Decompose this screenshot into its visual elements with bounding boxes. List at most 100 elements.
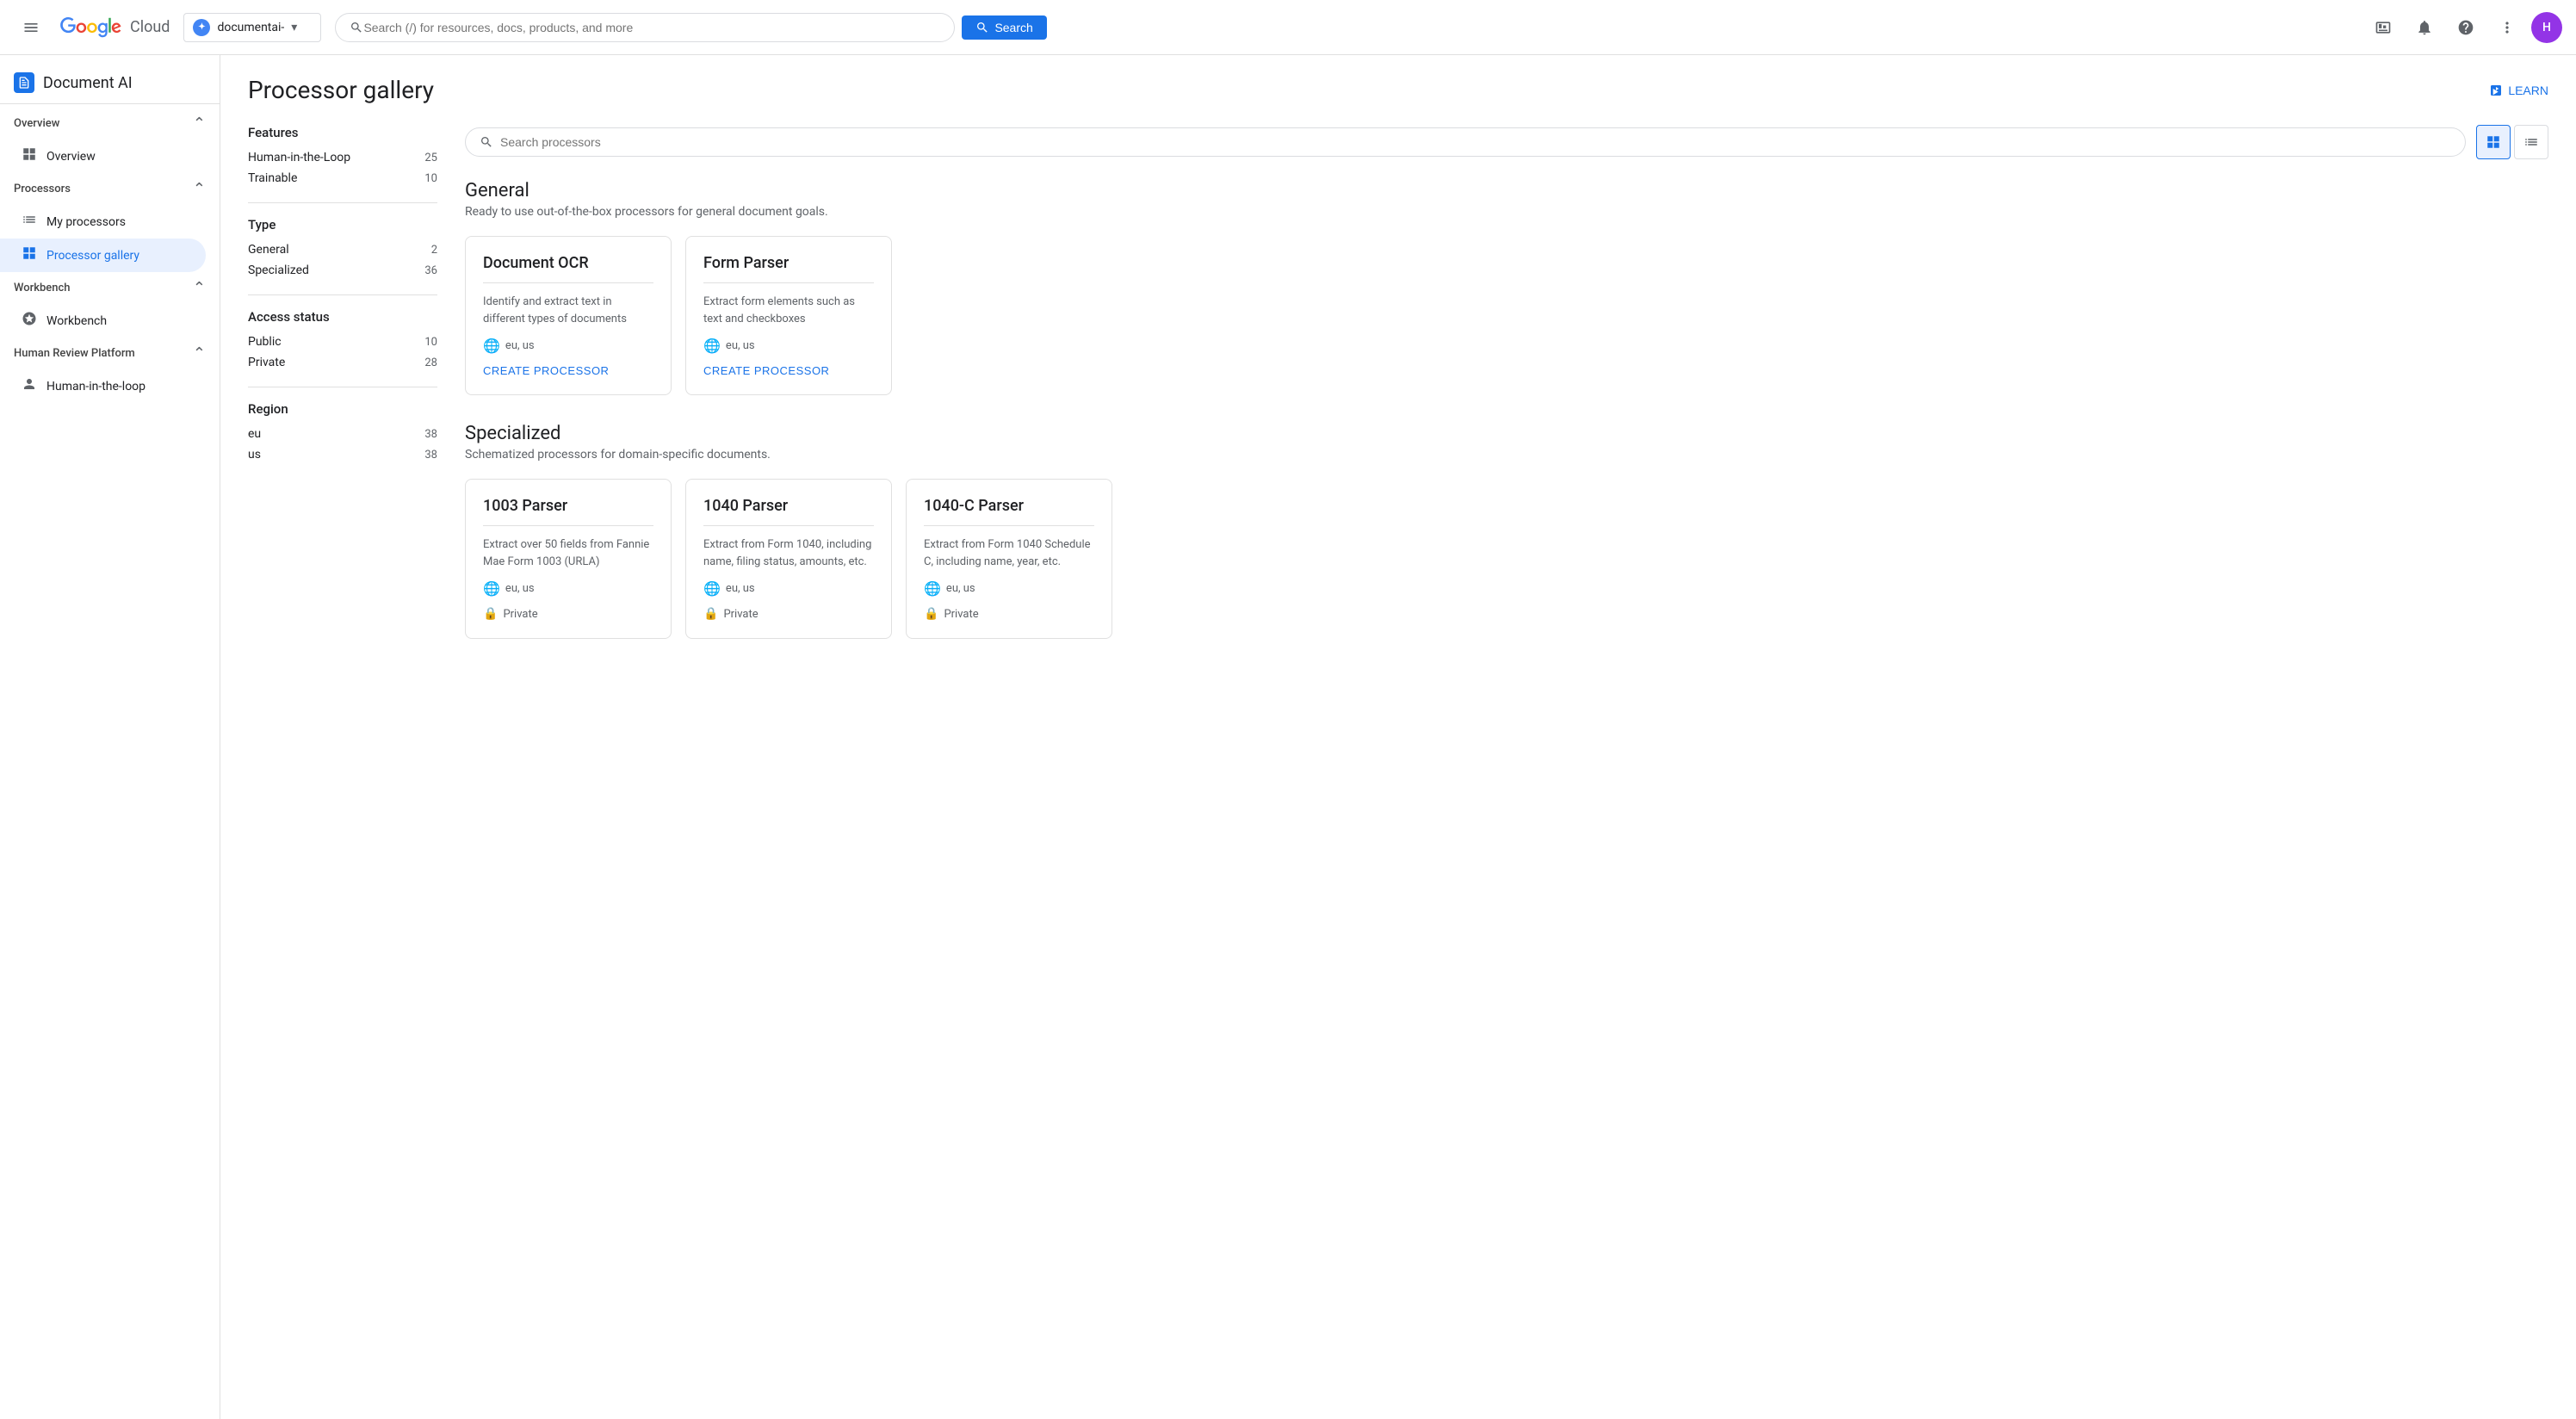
page-header: Processor gallery LEARN bbox=[248, 76, 2548, 104]
workbench-section-header[interactable]: Workbench ⌃ bbox=[0, 272, 220, 304]
workbench-chevron-icon: ⌃ bbox=[193, 279, 206, 297]
lock-icon: 🔒 bbox=[924, 607, 938, 621]
user-avatar[interactable]: H bbox=[2531, 12, 2562, 43]
project-name: documentai- bbox=[217, 21, 284, 34]
filter-specialized[interactable]: Specialized 36 bbox=[248, 260, 437, 281]
1040c-parser-regions: 🌐 eu, us bbox=[924, 580, 1094, 597]
processors-area: General Ready to use out-of-the-box proc… bbox=[465, 125, 2548, 666]
menu-icon[interactable] bbox=[14, 10, 48, 45]
filters-panel: Features Human-in-the-Loop 25 Trainable … bbox=[248, 125, 437, 666]
specialized-section: Specialized Schematized processors for d… bbox=[465, 423, 2548, 639]
workbench-icon bbox=[21, 311, 38, 331]
overview-section-label: Overview bbox=[14, 117, 59, 130]
topbar: Cloud ✦ documentai- ▾ Search H bbox=[0, 0, 2576, 55]
overview-section-header[interactable]: Overview ⌃ bbox=[0, 108, 220, 139]
filter-trainable-count: 10 bbox=[424, 172, 437, 185]
specialized-desc: Schematized processors for domain-specif… bbox=[465, 448, 2548, 462]
cloud-shell-icon[interactable] bbox=[2366, 10, 2400, 45]
general-cards-row: Document OCR Identify and extract text i… bbox=[465, 236, 2548, 395]
form-parser-regions-text: eu, us bbox=[726, 339, 755, 352]
global-search-input[interactable] bbox=[363, 21, 940, 34]
app-layout: Document AI Overview ⌃ Overview Processo… bbox=[0, 55, 2576, 1419]
globe-icon: 🌐 bbox=[924, 580, 941, 597]
filter-human-in-the-loop[interactable]: Human-in-the-Loop 25 bbox=[248, 147, 437, 168]
workbench-section-label: Workbench bbox=[14, 282, 71, 294]
filter-divider-2 bbox=[248, 294, 437, 295]
type-filter: Type General 2 Specialized 36 bbox=[248, 217, 437, 281]
learn-button[interactable]: LEARN bbox=[2489, 84, 2548, 97]
region-filter: Region eu 38 us 38 bbox=[248, 401, 437, 465]
globe-icon: 🌐 bbox=[483, 580, 500, 597]
form-parser-card[interactable]: Form Parser Extract form elements such a… bbox=[685, 236, 892, 395]
sidebar-item-workbench-label: Workbench bbox=[46, 314, 107, 328]
access-filter-title: Access status bbox=[248, 309, 437, 325]
more-options-icon[interactable] bbox=[2490, 10, 2524, 45]
project-chevron-icon: ▾ bbox=[291, 21, 297, 34]
view-toggle bbox=[2476, 125, 2548, 159]
document-ocr-title: Document OCR bbox=[483, 254, 653, 272]
1003-parser-regions: 🌐 eu, us bbox=[483, 580, 653, 597]
filter-general-label: General bbox=[248, 243, 289, 257]
human-in-the-loop-icon bbox=[21, 376, 38, 396]
filter-specialized-label: Specialized bbox=[248, 263, 309, 277]
access-filter: Access status Public 10 Private 28 bbox=[248, 309, 437, 373]
overview-icon bbox=[21, 146, 38, 166]
processors-section-header[interactable]: Processors ⌃ bbox=[0, 173, 220, 205]
filter-us[interactable]: us 38 bbox=[248, 444, 437, 465]
search-btn-label: Search bbox=[994, 21, 1032, 34]
document-ocr-card[interactable]: Document OCR Identify and extract text i… bbox=[465, 236, 672, 395]
1040-parser-regions: 🌐 eu, us bbox=[703, 580, 874, 597]
filter-general[interactable]: General 2 bbox=[248, 239, 437, 260]
sidebar-item-my-processors[interactable]: My processors bbox=[0, 205, 206, 239]
filter-private-count: 28 bbox=[424, 356, 437, 369]
lock-icon: 🔒 bbox=[483, 607, 498, 621]
filter-trainable[interactable]: Trainable 10 bbox=[248, 168, 437, 189]
globe-icon: 🌐 bbox=[703, 338, 721, 354]
1040c-parser-card[interactable]: 1040-C Parser Extract from Form 1040 Sch… bbox=[906, 479, 1112, 639]
features-filter: Features Human-in-the-Loop 25 Trainable … bbox=[248, 125, 437, 189]
notifications-icon[interactable] bbox=[2407, 10, 2442, 45]
1003-parser-card[interactable]: 1003 Parser Extract over 50 fields from … bbox=[465, 479, 672, 639]
app-title: Document AI bbox=[0, 62, 220, 104]
filter-private[interactable]: Private 28 bbox=[248, 352, 437, 373]
main-content: Processor gallery LEARN Features Human-i… bbox=[220, 55, 2576, 1419]
page-title: Processor gallery bbox=[248, 76, 434, 104]
search-bar-row bbox=[465, 125, 2548, 159]
filter-eu[interactable]: eu 38 bbox=[248, 424, 437, 444]
1040c-parser-desc: Extract from Form 1040 Schedule C, inclu… bbox=[924, 536, 1094, 570]
general-section: General Ready to use out-of-the-box proc… bbox=[465, 180, 2548, 395]
sidebar-item-human-in-the-loop[interactable]: Human-in-the-loop bbox=[0, 369, 206, 403]
grid-view-button[interactable] bbox=[2476, 125, 2511, 159]
card-divider bbox=[483, 525, 653, 526]
sidebar-item-overview[interactable]: Overview bbox=[0, 139, 206, 173]
processor-search-bar[interactable] bbox=[465, 127, 2466, 157]
filter-divider-1 bbox=[248, 202, 437, 203]
filter-eu-label: eu bbox=[248, 427, 261, 441]
list-view-button[interactable] bbox=[2514, 125, 2548, 159]
hrp-section-header[interactable]: Human Review Platform ⌃ bbox=[0, 338, 220, 369]
features-filter-title: Features bbox=[248, 125, 437, 140]
filter-eu-count: 38 bbox=[424, 428, 437, 441]
1040-parser-card[interactable]: 1040 Parser Extract from Form 1040, incl… bbox=[685, 479, 892, 639]
1040-parser-regions-text: eu, us bbox=[726, 582, 755, 595]
globe-icon: 🌐 bbox=[703, 580, 721, 597]
form-parser-create-button[interactable]: CREATE PROCESSOR bbox=[703, 364, 874, 377]
filter-us-count: 38 bbox=[424, 449, 437, 462]
global-search-bar[interactable] bbox=[335, 13, 955, 42]
project-icon: ✦ bbox=[193, 19, 210, 36]
processor-search-input[interactable] bbox=[500, 135, 2451, 149]
document-ocr-create-button[interactable]: CREATE PROCESSOR bbox=[483, 364, 653, 377]
global-search-button[interactable]: Search bbox=[962, 15, 1046, 40]
filter-public[interactable]: Public 10 bbox=[248, 332, 437, 352]
1003-parser-regions-text: eu, us bbox=[505, 582, 535, 595]
project-selector[interactable]: ✦ documentai- ▾ bbox=[183, 13, 321, 42]
help-icon[interactable] bbox=[2449, 10, 2483, 45]
content-area: Features Human-in-the-Loop 25 Trainable … bbox=[248, 125, 2548, 666]
topbar-right-icons: H bbox=[2366, 10, 2562, 45]
filter-private-label: Private bbox=[248, 356, 285, 369]
app-title-text: Document AI bbox=[43, 74, 133, 92]
my-processors-icon bbox=[21, 212, 38, 232]
sidebar-item-workbench[interactable]: Workbench bbox=[0, 304, 206, 338]
sidebar-item-processor-gallery[interactable]: Processor gallery bbox=[0, 239, 206, 272]
1003-parser-desc: Extract over 50 fields from Fannie Mae F… bbox=[483, 536, 653, 570]
